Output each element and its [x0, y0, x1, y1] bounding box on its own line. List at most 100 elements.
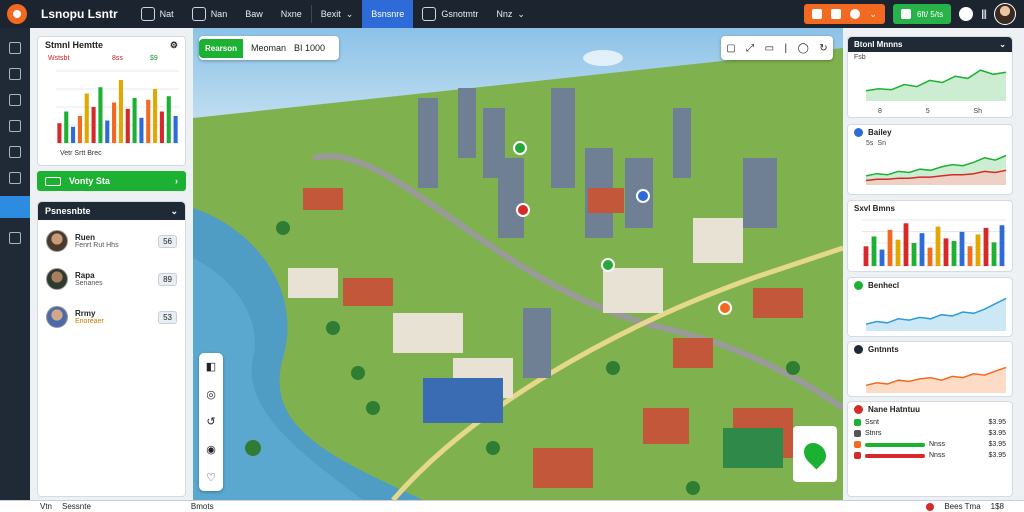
list-row[interactable]: Nnss $3.95	[848, 439, 1012, 450]
camera-icon[interactable]: ◉	[206, 443, 216, 456]
bar	[975, 234, 981, 266]
chart-icon	[900, 9, 911, 19]
layers-icon[interactable]: ◧	[206, 360, 216, 373]
home-icon[interactable]	[9, 232, 21, 244]
bar	[927, 247, 933, 266]
document-icon[interactable]	[9, 120, 21, 132]
check-icon[interactable]	[9, 42, 21, 54]
bar	[98, 87, 103, 143]
bar	[943, 238, 949, 266]
orange-action-group: ⌄	[804, 4, 885, 24]
menu-icon[interactable]: |||	[981, 9, 987, 20]
green-action-button[interactable]: 6ft/ 5/ts	[892, 4, 952, 24]
bar	[166, 96, 171, 143]
clock-icon[interactable]	[850, 9, 861, 19]
chevron-down-icon[interactable]: ⌄	[869, 9, 877, 20]
nav-button-2[interactable]: Nan	[183, 0, 237, 28]
comment-icon[interactable]: ▭	[765, 43, 774, 54]
bar	[871, 236, 877, 266]
user-avatar[interactable]	[994, 3, 1016, 25]
favorite-icon[interactable]: ♡	[206, 471, 216, 484]
list-header: Nane Hatntuu	[848, 402, 1012, 417]
refresh-icon	[140, 7, 155, 21]
list-row[interactable]: Ssnt $3.95	[848, 417, 1012, 428]
list-item[interactable]: Rrmy Enoreaer 53	[38, 298, 185, 336]
bell-icon[interactable]	[812, 9, 823, 19]
chart1-axis: 8 5 Sh	[848, 108, 1012, 115]
map-marker-icon	[799, 438, 831, 470]
help-icon[interactable]	[959, 7, 974, 21]
list-row-label: Nnss	[929, 441, 945, 448]
pin-icon[interactable]	[9, 68, 21, 80]
status-mid-label: Bmots	[190, 502, 214, 511]
ticket-icon	[45, 176, 61, 186]
chart2-dot-icon	[854, 128, 863, 137]
list-title: Nane Hatntuu	[868, 405, 920, 414]
expand-icon[interactable]: ⤢	[746, 43, 754, 54]
status-left-label: Vtn	[40, 502, 53, 511]
bar	[112, 102, 117, 143]
list-row[interactable]: Nnss $3.95	[848, 450, 1012, 461]
tool-icon[interactable]	[9, 146, 21, 158]
bar	[159, 111, 164, 143]
agent-name: Rrmy	[75, 309, 96, 318]
stats-panel-header: Stmnl Hemtte ⚙	[38, 37, 185, 53]
bookmark-icon[interactable]	[831, 9, 842, 19]
status-bar: Vtn Sessnte Bmots Bees Tma 1$8	[0, 500, 1024, 512]
area-chart-4	[865, 297, 1007, 331]
list-dot-icon	[854, 405, 863, 414]
square-icon	[854, 419, 861, 426]
settings-icon[interactable]: ⚙	[170, 40, 178, 51]
status-right-label: Bees Tma	[944, 502, 981, 511]
globe-icon[interactable]	[0, 196, 30, 218]
bar	[84, 93, 89, 143]
stats-legend-2: 8ss	[112, 55, 123, 62]
zoom-icon[interactable]: ◯	[798, 43, 809, 54]
layout-icon[interactable]	[9, 94, 21, 106]
nav-dropdown[interactable]: Bexit ⌄	[312, 0, 363, 28]
list-row-value: $3.95	[988, 441, 1006, 448]
city-map-view[interactable]: Rearson Meoman BI 1000 ▢ ⤢ ▭ | ◯ ↻ ◧ ◎ ↺…	[193, 28, 843, 500]
nav-button-3[interactable]: Baw	[236, 0, 272, 28]
nav-button-6[interactable]: Gsnotmtr	[413, 0, 487, 28]
list-row[interactable]: Stnrs $3.95	[848, 428, 1012, 439]
line-chart-1	[865, 69, 1007, 101]
chevron-down-icon[interactable]: ⌄	[170, 206, 178, 217]
list-item[interactable]: Ruen Fenrt Rut Hhs 56	[38, 222, 185, 260]
list-item[interactable]: Rapa Senanes 89	[38, 260, 185, 298]
location-icon[interactable]: ◎	[206, 388, 216, 401]
chart2-legend-1: 5s	[866, 140, 874, 147]
bar	[967, 246, 973, 266]
map-search-box[interactable]: Rearson Meoman BI 1000	[199, 36, 339, 60]
copy-icon[interactable]: ▢	[726, 43, 735, 54]
app-title: Lsnopu Lsntr	[41, 7, 118, 21]
nav-button-1[interactable]: Nat	[132, 0, 183, 28]
status-left-value: Sessnte	[62, 502, 91, 511]
list-row-value: $3.95	[988, 452, 1006, 459]
chevron-down-icon[interactable]: ⌄	[999, 40, 1006, 49]
chart3-title: Sxvl Bmns	[854, 204, 895, 213]
bar	[71, 126, 76, 143]
agents-panel: Psnesnbte ⌄ Ruen Fenrt Rut Hhs 56 Rapa S…	[37, 201, 186, 497]
map-pin-widget[interactable]	[793, 426, 837, 482]
nav-button-4[interactable]: Nxne	[272, 0, 311, 28]
image-icon	[191, 7, 206, 21]
chart5-dot-icon	[854, 345, 863, 354]
list-row-label: Stnrs	[865, 430, 882, 437]
right-chart-panel-1: Btonl Mnnns ⌄ Fsb 8 5 Sh	[847, 36, 1013, 118]
green-action-bar[interactable]: Vonty Sta ›	[37, 171, 186, 191]
map-search-label: Meoman	[251, 43, 287, 53]
tab-active[interactable]: Bsnsnre	[362, 0, 414, 28]
chart4-header: Benhecl	[848, 278, 1012, 293]
nav-button-7[interactable]: Nnz ⌄	[487, 0, 534, 28]
calendar-icon[interactable]	[9, 172, 21, 184]
chart5-title: Gntnnts	[868, 345, 899, 354]
bar	[118, 80, 123, 143]
refresh-icon[interactable]: ↻	[819, 43, 827, 54]
chart2-legend-2: Sn	[877, 140, 886, 147]
chart1-legend: Fsb	[848, 54, 1012, 61]
status-right-value: 1$8	[990, 502, 1004, 511]
route-icon[interactable]: ↺	[206, 415, 215, 428]
agents-panel-title: Psnesnbte	[45, 206, 91, 216]
series-area	[866, 367, 1006, 393]
